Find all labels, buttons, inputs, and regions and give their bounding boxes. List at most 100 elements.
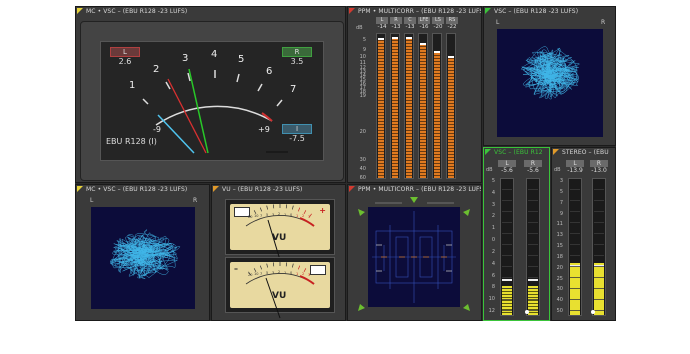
db-label: dB [356,25,363,31]
scale-tick-label: 15 [556,243,563,249]
top-marker-icon [410,197,418,203]
channel-label: RS [446,17,458,24]
panel-title: VSC – (EBU R128 -23 LUFS) [494,8,579,15]
vu-tick [266,205,268,210]
level-bar-track [418,33,428,179]
db-label: dB [554,167,561,173]
vu-scale-label: 3 [272,270,275,275]
scale-min-label: -9 [153,125,161,134]
channel-label: LFE [418,17,430,24]
vu-meter-label: VU [272,291,287,301]
db-label: dB [486,167,493,173]
meter-grid-lines [502,179,512,315]
scale-tick-label: 2 [491,248,495,255]
vu-scale-labels: 20 10 7 5 3 2 1 0 1 2 3 [248,270,314,277]
vu-scale-label: 5 [266,213,269,218]
scale-tick-label: 12 [488,308,495,314]
channel-value: -5.6 [527,167,539,174]
peak-hold-marker [378,38,384,40]
peak-hold-marker [448,56,454,58]
dial-arc [155,105,273,126]
vsc-scope [497,29,603,137]
vu-scale-label: 20 [248,215,253,219]
vu-scale-label: 0 [290,271,293,276]
level-bar-track [390,33,400,179]
scale-tick-label: 50 [556,308,563,314]
vu-scale-label: 3 [308,273,311,277]
level-bar-fill [392,37,398,178]
scale-tick-label: 2 [491,213,495,220]
channel-label: L [498,160,516,167]
level-bar-fill [378,38,384,178]
scale-tick-label: 9 [362,47,366,53]
meter-grid-lines [570,179,580,315]
app-window: MC • VSC – (EBU R128 -23 LUFS) L 2.6 R 3… [75,6,616,321]
tick-7 [276,99,283,107]
vu-scale-label: 5 [266,271,269,276]
vu-tick [297,265,301,270]
scale-tick-label: 5 [362,37,366,43]
scale-tick-label: 5 [491,178,495,184]
vu-scale-label: 20 [248,273,253,277]
channel-label: R [524,160,542,167]
level-bar-track [432,33,442,179]
scale-tick-label: 13 [556,232,563,239]
panel-title: VU – (EBU R128 -23 LUFS) [222,186,303,193]
meter-grid-lines [528,179,538,315]
vsc-trace [110,229,181,280]
vu-scale-label: 1 [284,212,287,217]
stereo-panel[interactable]: STEREO – (EBU dB L -13.9 R -13.0 3 5 7 9 11 13 15… [551,147,616,321]
vsc-left-label: L [90,197,94,204]
panel-title: PPM • MULTICORR – (EBU R128 -23 LUFS) [358,8,482,15]
scale-tick-label: 60 [359,175,366,181]
vsc-right-label: R [601,19,606,26]
scale-label: 5 [238,54,245,65]
vu-pair-panel[interactable]: VU – (EBU R128 -23 LUFS) VU +20 10 7 5 3 2 1 0 1 2… [211,184,346,321]
scale-tick-label: 40 [359,166,366,172]
peak-hold-marker [420,43,426,45]
vsc-bottom-panel[interactable]: MC • VSC – (EBU R128 -23 LUFS) L R [75,184,210,321]
scale-label: 2 [153,64,160,75]
scale-tick-label: 0 [491,237,495,244]
scale-label: 7 [290,84,297,95]
scale-tick-label: 19 [359,93,366,99]
scale-tick-label: 10 [488,296,495,303]
left-marker-icon [358,209,365,216]
level-bar-fill [420,43,426,178]
vu-tick [292,263,294,268]
vu-face: VU +20 10 7 5 3 2 1 0 1 2 3 [230,204,330,261]
ppm-panel[interactable]: PPM • MULTICORR – (EBU R128 -23 LUFS) dB… [347,6,482,183]
bottom-right-marker-icon [463,304,470,311]
needle-green [188,68,209,154]
needle-cyan [157,114,195,154]
plus-sign: + [319,206,326,215]
scale-tick-label: 3 [491,201,495,208]
scale-tick-label: 8 [491,284,495,291]
channel-label: L [566,160,584,167]
vsc-top-panel[interactable]: VSC – (EBU R128 -23 LUFS) L R [483,6,616,146]
channel-peak-value: -22 [447,24,457,30]
level-bar-track [376,33,386,179]
scale-tick-label: 11 [556,221,563,228]
vu-scale-label: 2 [278,212,281,216]
vu-scale-label: 3 [308,215,311,219]
peak-hold-marker [406,37,412,39]
scale-tick-label: 5 [559,188,563,195]
vu-main-panel[interactable]: MC • VSC – (EBU R128 -23 LUFS) L 2.6 R 3… [75,6,346,183]
channel-value: -5.6 [501,167,513,174]
vu-tick [266,263,268,268]
vu-scale-label: 10 [254,214,259,219]
channel-label: R [590,160,608,167]
peak-hold-marker [434,51,440,53]
vu-scale-label: 1 [296,271,299,276]
multicorr-panel[interactable]: PPM • MULTICORR – (EBU R128 -23 LUFS) [347,184,482,321]
panel-title: VSC – (EBU R12 [494,149,543,156]
vu-scale-label: 0 [290,213,293,218]
level-bar-track [446,33,456,179]
level-bar-track [526,178,540,316]
scale-tick-label: 4 [491,260,495,267]
vsc-scope [91,207,195,309]
vsc-r128-panel[interactable]: VSC – (EBU R12 dB L -5.6 R -5.6 54321024681… [483,147,550,321]
level-bar-track [404,33,414,179]
tick-1 [142,98,149,105]
